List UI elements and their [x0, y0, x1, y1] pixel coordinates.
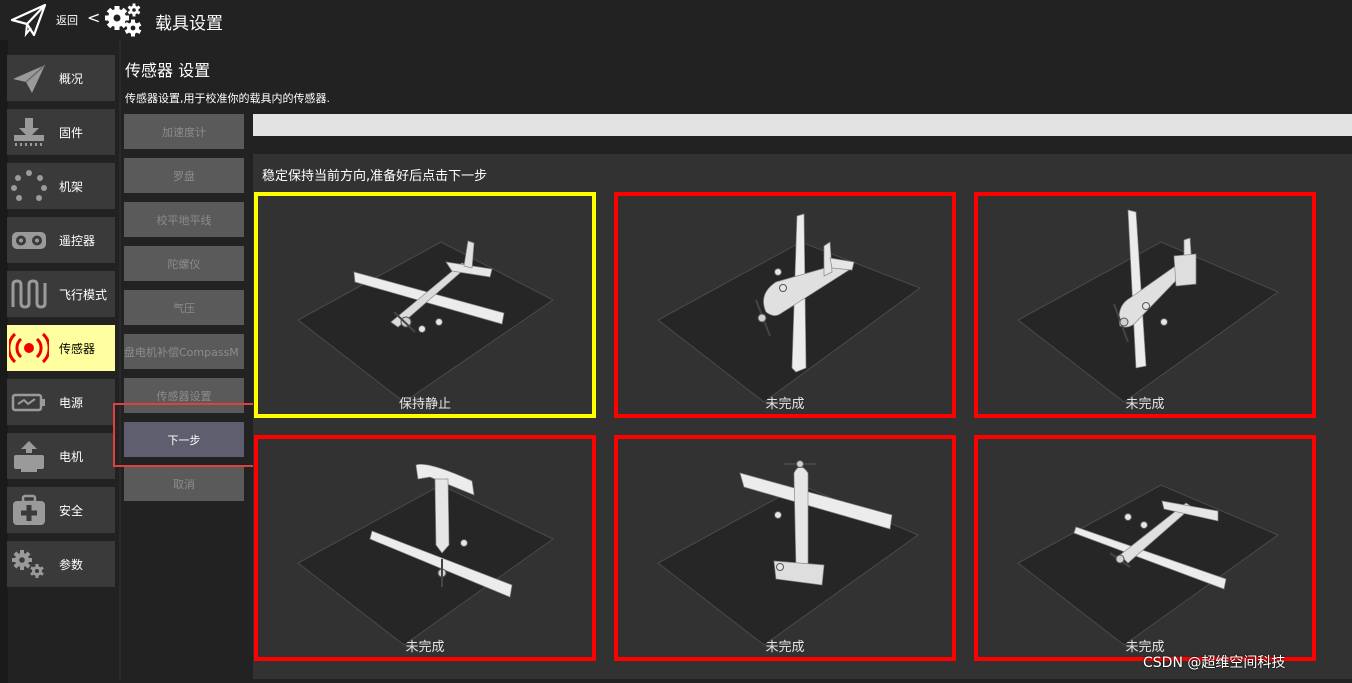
paper-plane-icon	[13, 64, 46, 93]
orientation-cell-level: 保持静止	[254, 192, 596, 418]
sidebar-divider	[119, 40, 121, 680]
sidebar-item-motors[interactable]: 电机	[7, 433, 115, 479]
orientation-caption: 保持静止	[398, 397, 451, 412]
orientation-cell-nose-down: 未完成	[254, 435, 596, 661]
sidebar-item-parameters[interactable]: 参数	[7, 541, 115, 587]
paper-plane-logo-icon[interactable]	[10, 2, 48, 38]
page-title: 传感器 设置	[125, 61, 211, 80]
plane-upside-down-image	[1017, 484, 1280, 646]
plane-left-side-image	[1017, 209, 1280, 403]
motor-icon	[14, 441, 44, 472]
accelerometer-button[interactable]: 加速度计	[124, 114, 244, 149]
sidebar-item-airframe[interactable]: 机架	[7, 163, 115, 209]
sidebar-item-summary[interactable]: 概况	[7, 55, 115, 101]
sidebar-item-label: 电机	[59, 449, 84, 464]
level-horizon-button[interactable]: 校平地平线	[124, 202, 244, 237]
sidebar-item-label: 飞行模式	[59, 287, 108, 302]
sidebar-item-label: 参数	[59, 557, 84, 572]
sidebar-item-firmware[interactable]: 固件	[7, 109, 115, 155]
watermark-text: CSDN @超维空间科技	[1143, 655, 1286, 671]
dots-circle-icon	[11, 170, 47, 201]
download-icon	[14, 118, 44, 146]
orientation-cell-left-side: 未完成	[974, 192, 1316, 418]
page-description: 传感器设置,用于校准你的载具内的传感器.	[125, 92, 330, 105]
battery-icon	[11, 393, 45, 412]
calibration-progress-bar	[253, 114, 1352, 136]
plane-nose-up-image	[657, 460, 920, 646]
plane-right-side-image	[657, 213, 922, 403]
plane-level-image	[297, 240, 554, 403]
cancel-button[interactable]: 取消	[124, 466, 244, 501]
top-bar: 返回 < 载具设置	[0, 0, 1352, 40]
medkit-icon	[13, 494, 45, 525]
gears-icon	[12, 550, 44, 578]
sidebar-item-sensors[interactable]: 传感器	[7, 325, 115, 371]
orientation-cell-upside-down: 未完成	[974, 435, 1316, 661]
plane-nose-down-image	[297, 464, 554, 646]
sidebar-item-label: 电源	[59, 395, 84, 410]
orientation-cell-nose-up: 未完成	[614, 435, 956, 661]
compass-button[interactable]: 罗盘	[124, 158, 244, 193]
gyroscope-button[interactable]: 陀螺仪	[124, 246, 244, 281]
back-chevron-icon[interactable]: <	[87, 8, 100, 27]
back-label[interactable]: 返回	[56, 12, 78, 28]
sidebar-item-label: 安全	[59, 503, 84, 518]
wave-icon	[11, 279, 47, 309]
compass-motor-button[interactable]: 盘电机补偿CompassM	[124, 334, 244, 369]
sidebar-item-label: 机架	[59, 179, 84, 194]
sidebar-item-radio[interactable]: 遥控器	[7, 217, 115, 263]
sidebar-item-flight-modes[interactable]: 飞行模式	[7, 271, 115, 317]
remote-control-icon	[12, 232, 46, 249]
page-header-title: 载具设置	[155, 14, 223, 34]
orientation-cell-right-side: 未完成	[614, 192, 956, 418]
sidebar-item-label: 传感器	[59, 341, 96, 356]
barometer-button[interactable]: 气压	[124, 290, 244, 325]
radio-signal-icon	[9, 332, 49, 364]
calibration-instruction: 稳定保持当前方向,准备好后点击下一步	[262, 169, 488, 184]
orientation-caption: 未完成	[765, 640, 805, 655]
orientation-caption: 未完成	[405, 640, 445, 655]
sidebar-item-label: 固件	[59, 125, 84, 140]
sidebar-item-label: 遥控器	[59, 233, 96, 248]
orientation-caption: 未完成	[1125, 397, 1165, 412]
sidebar-item-label: 概况	[59, 71, 84, 86]
orientation-caption: 未完成	[765, 397, 805, 412]
gears-icon	[105, 3, 142, 37]
sidebar-item-safety[interactable]: 安全	[7, 487, 115, 533]
sidebar-item-power[interactable]: 电源	[7, 379, 115, 425]
